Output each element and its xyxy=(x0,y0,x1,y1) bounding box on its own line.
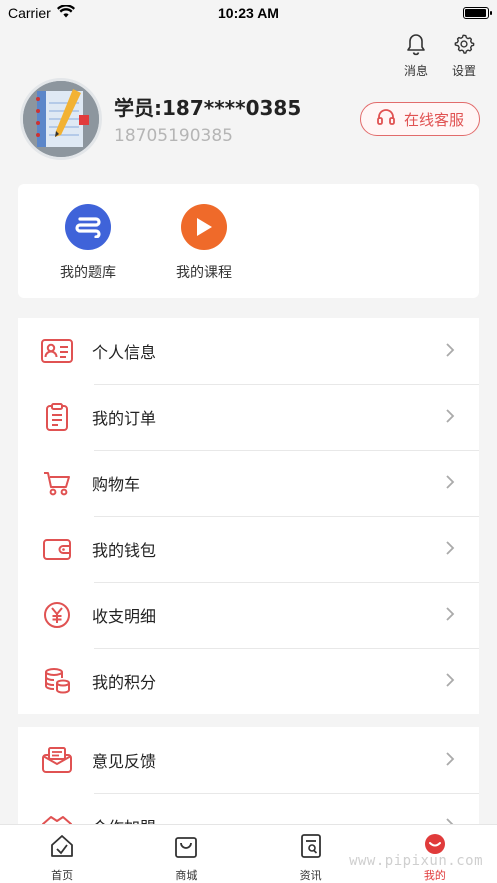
gear-icon xyxy=(453,32,475,60)
tab-label: 首页 xyxy=(51,869,74,882)
home-icon xyxy=(49,833,75,863)
bell-icon xyxy=(405,32,427,60)
status-bar: Carrier 10:23 AM xyxy=(0,0,497,26)
menu-item-personal-info[interactable]: 个人信息 xyxy=(18,318,479,384)
chevron-right-icon xyxy=(445,606,455,626)
cart-icon xyxy=(40,466,74,500)
news-icon xyxy=(298,833,324,863)
menu-group-support: 意见反馈 合作加盟 xyxy=(18,727,479,824)
user-phone: 18705190385 xyxy=(114,126,233,146)
watermark: www.pipixun.com xyxy=(349,853,483,869)
settings-button[interactable]: 设置 xyxy=(449,32,479,79)
menu-label: 购物车 xyxy=(92,475,141,494)
chevron-right-icon xyxy=(445,540,455,560)
menu-item-shopping-cart[interactable]: 购物车 xyxy=(18,450,479,516)
tab-label: 商城 xyxy=(175,869,198,882)
chevron-right-icon xyxy=(445,342,455,362)
messages-label: 消息 xyxy=(403,64,428,78)
menu-item-wallet[interactable]: 我的钱包 xyxy=(18,516,479,582)
battery-icon xyxy=(463,7,492,19)
carrier-label: Carrier xyxy=(8,5,51,21)
my-question-bank-button[interactable]: 我的题库 xyxy=(43,204,133,282)
tab-home[interactable]: 首页 xyxy=(0,825,124,883)
avatar[interactable] xyxy=(20,78,102,160)
menu-item-points[interactable]: 我的积分 xyxy=(18,648,479,714)
menu-item-income-expense[interactable]: 收支明细 xyxy=(18,582,479,648)
menu-item-feedback[interactable]: 意见反馈 xyxy=(18,727,479,793)
headset-icon xyxy=(376,107,396,131)
chevron-right-icon xyxy=(445,751,455,771)
settings-label: 设置 xyxy=(451,64,476,78)
question-bank-icon xyxy=(65,204,111,250)
wallet-icon xyxy=(40,532,74,566)
online-service-label: 在线客服 xyxy=(403,110,464,129)
menu-group-account: 个人信息 我的订单 购物车 我的钱包 收支明细 我的积分 xyxy=(18,318,479,714)
coins-icon xyxy=(40,664,74,698)
menu-label: 我的订单 xyxy=(92,409,157,428)
chevron-right-icon xyxy=(445,817,455,824)
chevron-right-icon xyxy=(445,474,455,494)
menu-label: 意见反馈 xyxy=(92,752,157,771)
profile-header: 学员:187****0385 18705190385 在线客服 xyxy=(20,78,480,162)
user-name: 学员:187****0385 xyxy=(114,96,302,120)
shortcuts-card: 我的题库 我的课程 xyxy=(18,184,479,298)
handshake-icon xyxy=(40,809,74,824)
yen-icon xyxy=(40,598,74,632)
wifi-icon xyxy=(56,4,75,21)
shopping-bag-icon xyxy=(173,833,199,863)
online-service-button[interactable]: 在线客服 xyxy=(360,102,480,136)
tab-label: 资讯 xyxy=(299,869,322,882)
id-card-icon xyxy=(40,334,74,368)
my-courses-label: 我的课程 xyxy=(176,265,232,281)
tab-label: 我的 xyxy=(423,869,446,882)
menu-item-partnership[interactable]: 合作加盟 xyxy=(18,793,479,824)
tab-mall[interactable]: 商城 xyxy=(124,825,248,883)
menu-label: 我的积分 xyxy=(92,673,157,692)
menu-item-my-orders[interactable]: 我的订单 xyxy=(18,384,479,450)
feedback-icon xyxy=(40,743,74,777)
menu-label: 收支明细 xyxy=(92,607,157,626)
menu-label: 我的钱包 xyxy=(92,541,157,560)
my-courses-button[interactable]: 我的课程 xyxy=(159,204,249,282)
header-actions: 消息 设置 xyxy=(401,32,479,79)
messages-button[interactable]: 消息 xyxy=(401,32,431,79)
play-icon xyxy=(181,204,227,250)
clipboard-icon xyxy=(40,400,74,434)
chevron-right-icon xyxy=(445,408,455,428)
menu-label: 合作加盟 xyxy=(92,814,156,824)
my-question-bank-label: 我的题库 xyxy=(60,265,116,281)
chevron-right-icon xyxy=(445,672,455,692)
menu-label: 个人信息 xyxy=(92,343,157,362)
